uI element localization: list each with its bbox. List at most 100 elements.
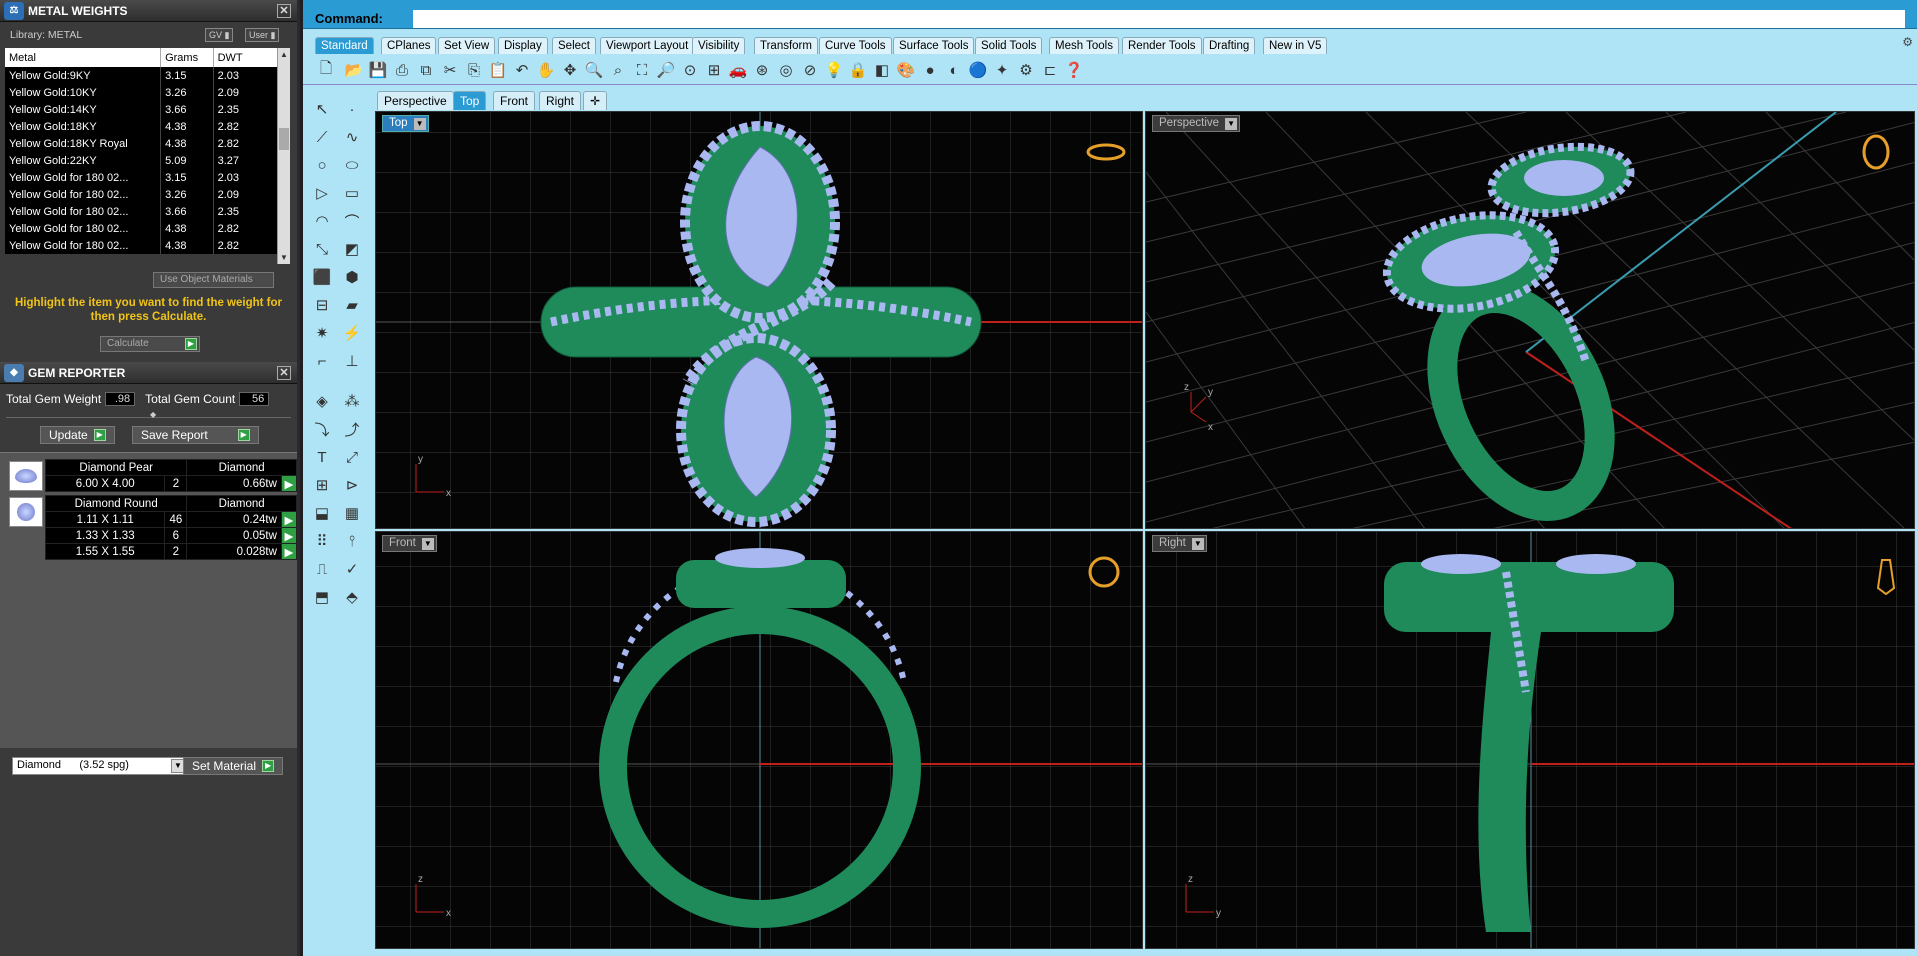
gold-icon[interactable]: ⬘ [339, 585, 365, 609]
col-dwt[interactable]: DWT [213, 48, 284, 67]
table-row[interactable]: Yellow Gold for 180 02... 3.66 2.35 [5, 203, 284, 220]
gem-group-pear[interactable]: Diamond Pear Diamond 6.00 X 4.00 2 0.66tw ▶ [44, 459, 298, 492]
copy-icon[interactable]: ⎘ [463, 59, 485, 81]
transform-icon[interactable]: ⤡ [309, 237, 335, 261]
tab-display[interactable]: Display [498, 37, 548, 54]
new-file-icon[interactable]: 🗋 [315, 59, 337, 81]
light-bulb-icon[interactable]: 💡 [823, 59, 845, 81]
tab-mesh-tools[interactable]: Mesh Tools [1049, 37, 1119, 54]
shaded-sphere-icon[interactable]: ● [919, 59, 941, 81]
dimension-icon[interactable]: ⊏ [1039, 59, 1061, 81]
cut-icon[interactable]: ✂ [439, 59, 461, 81]
round-gem-thumbnail[interactable] [9, 497, 43, 527]
pear-gem-thumbnail[interactable] [9, 461, 43, 491]
zoom-dynamic-icon[interactable]: ⊙ [679, 59, 701, 81]
gem-group-round[interactable]: Diamond Round Diamond 1.11 X 1.11 46 0.24tw… [44, 495, 298, 560]
help-icon[interactable]: ❓ [1063, 59, 1085, 81]
gem-row[interactable]: 1.33 X 1.33 6 0.05tw ▶ [44, 527, 298, 544]
viewport-front-label[interactable]: Front ▼ [382, 535, 437, 552]
tab-solid-tools[interactable]: Solid Tools [975, 37, 1043, 54]
gem-icon[interactable]: ◈ [309, 389, 335, 413]
rendered-sphere-icon[interactable]: ◐ [943, 59, 965, 81]
settings-icon[interactable]: ⚙ [1902, 35, 1913, 49]
flash-icon[interactable]: ⚡ [339, 321, 365, 345]
tab-right[interactable]: Right [539, 91, 582, 110]
paste-icon[interactable]: 📋 [487, 59, 509, 81]
table-row[interactable]: Yellow Gold for 180 02... 3.15 2.03 [5, 169, 284, 186]
zoom-icon[interactable]: 🔍 [583, 59, 605, 81]
tab-visibility[interactable]: Visibility [692, 37, 746, 54]
tab-curve-tools[interactable]: Curve Tools [819, 37, 892, 54]
play-icon[interactable]: ▶ [280, 511, 298, 528]
tab-surface-tools[interactable]: Surface Tools [893, 37, 975, 54]
polyline-icon[interactable]: ⟋ [309, 125, 335, 149]
cap-icon[interactable]: ⬒ [309, 585, 335, 609]
grid-array-icon[interactable]: ⠿ [309, 529, 335, 553]
render-icon[interactable]: 🔵 [967, 59, 989, 81]
layer-icon[interactable]: ◧ [871, 59, 893, 81]
play-icon[interactable]: ▶ [280, 527, 298, 544]
flow-icon[interactable]: ⤴ [339, 417, 365, 441]
array-icon[interactable]: ⊞ [309, 473, 335, 497]
table-row[interactable]: Yellow Gold:18KY Royal 4.38 2.82 [5, 135, 284, 152]
table-row[interactable]: Yellow Gold for 180 02... 4.38 2.82 [5, 220, 284, 237]
cylinder-icon[interactable]: ⊟ [309, 293, 335, 317]
polygon-icon[interactable]: ▷ [309, 181, 335, 205]
zoom-window-icon[interactable]: ⌕ [607, 59, 629, 81]
lock-icon[interactable]: 🔒 [847, 59, 869, 81]
right-view-canvas[interactable]: z y [1146, 532, 1915, 949]
mesh-icon[interactable]: ▰ [339, 293, 365, 317]
undo-icon[interactable]: ↶ [511, 59, 533, 81]
print-icon[interactable]: ⎙ [391, 59, 413, 81]
four-view-icon[interactable]: ⊞ [703, 59, 725, 81]
box-icon[interactable]: ⬛ [309, 265, 335, 289]
gem-row[interactable]: 6.00 X 4.00 2 0.66tw ▶ [44, 475, 298, 492]
tab-cplanes[interactable]: CPlanes [381, 37, 437, 54]
set-material-button[interactable]: Set Material ▶ [183, 757, 284, 775]
play-icon[interactable]: ▶ [280, 475, 298, 492]
circle-icon[interactable]: ○ [309, 153, 335, 177]
tab-render-tools[interactable]: Render Tools [1122, 37, 1202, 54]
play-icon[interactable]: ▶ [280, 543, 298, 560]
add-viewport-tab[interactable]: ✛ [583, 91, 608, 110]
open-folder-icon[interactable]: 📂 [343, 59, 365, 81]
prongs-icon[interactable]: ⁂ [339, 389, 365, 413]
car-icon[interactable]: 🚗 [727, 59, 749, 81]
table-row[interactable]: Yellow Gold:9KY 3.15 2.03 [5, 67, 284, 84]
shell-icon[interactable]: ⬓ [309, 501, 335, 525]
metal-table-scrollbar[interactable]: ▲ ▼ [277, 48, 290, 264]
measure-icon[interactable]: ⎍ [309, 557, 335, 581]
pan-hand-icon[interactable]: ✋ [535, 59, 557, 81]
table-row[interactable]: Yellow Gold:22KY 5.09 3.27 [5, 152, 284, 169]
text-icon[interactable]: T [309, 445, 335, 469]
gem-row[interactable]: 1.11 X 1.11 46 0.24tw ▶ [44, 511, 298, 528]
light-icon[interactable]: ✦ [991, 59, 1013, 81]
ellipse-icon[interactable]: ⬭ [339, 153, 365, 177]
save-report-button[interactable]: Save Report ▶ [132, 426, 259, 444]
zoom-selected-icon[interactable]: 🔎 [655, 59, 677, 81]
gv-button[interactable]: GV ▮ [205, 28, 234, 42]
boolean-icon[interactable]: ⬢ [339, 265, 365, 289]
table-row[interactable]: Yellow Gold for 180 02... 4.38 2.82 [5, 237, 284, 254]
chamfer-icon[interactable]: ⊥ [339, 349, 365, 373]
col-metal[interactable]: Metal [5, 48, 162, 67]
command-input[interactable] [413, 10, 1905, 28]
user-button[interactable]: User ▮ [245, 28, 280, 42]
viewport-front[interactable]: z x Front ▼ [375, 531, 1143, 949]
tab-drafting[interactable]: Drafting [1203, 37, 1256, 54]
tab-transform[interactable]: Transform [754, 37, 818, 54]
grid-snap-icon[interactable]: ⊘ [799, 59, 821, 81]
rectangle-icon[interactable]: ▭ [339, 181, 365, 205]
table-row[interactable]: Yellow Gold:10KY 3.26 2.09 [5, 84, 284, 101]
scroll-thumb[interactable] [279, 128, 289, 150]
viewport-right[interactable]: z y Right ▼ [1145, 531, 1915, 949]
pave-icon[interactable]: ▦ [339, 501, 365, 525]
tab-set-view[interactable]: Set View [438, 37, 496, 54]
point-icon[interactable]: · [339, 97, 365, 121]
explode-icon[interactable]: ✷ [309, 321, 335, 345]
tab-top[interactable]: Top [453, 91, 487, 110]
snap-icon[interactable]: ◎ [775, 59, 797, 81]
bend-icon[interactable]: ⤵ [309, 417, 335, 441]
select-arrow-icon[interactable]: ↖ [309, 97, 335, 121]
gem-row[interactable]: 1.55 X 1.55 2 0.028tw ▶ [44, 543, 298, 560]
